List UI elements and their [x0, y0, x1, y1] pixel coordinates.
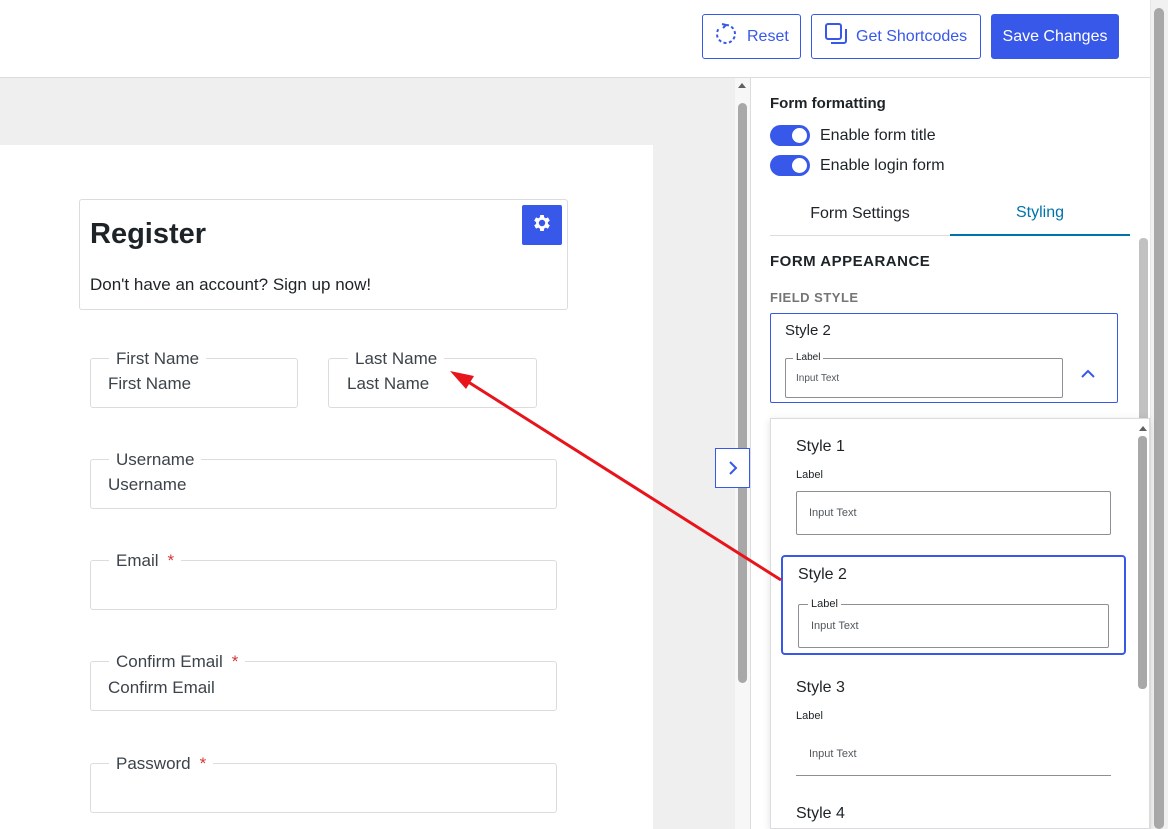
- style-option-4-name[interactable]: Style 4: [796, 805, 845, 823]
- canvas-scrollbar-thumb[interactable]: [738, 103, 747, 683]
- dropdown-scrollbar-thumb[interactable]: [1138, 436, 1147, 689]
- username-placeholder: Username: [108, 475, 187, 494]
- get-shortcodes-button[interactable]: Get Shortcodes: [811, 14, 981, 59]
- scroll-up-arrow-icon[interactable]: [737, 81, 747, 89]
- selected-style-preview-input: Input Text: [796, 373, 840, 384]
- password-label: Password *: [109, 754, 214, 774]
- shortcodes-label: Get Shortcodes: [856, 27, 968, 45]
- selected-style-preview-label: Label: [793, 352, 824, 363]
- gear-icon: [531, 212, 553, 239]
- style-option-1-placeholder: Input Text: [809, 507, 857, 519]
- tab-form-settings[interactable]: Form Settings: [770, 192, 950, 236]
- enable-form-title-label: Enable form title: [820, 127, 936, 144]
- style-option-3-label: Label: [796, 710, 823, 722]
- enable-login-form-label: Enable login form: [820, 157, 945, 174]
- style-option-1-label: Label: [796, 469, 823, 481]
- enable-login-form-toggle[interactable]: [770, 155, 810, 176]
- tab-styling[interactable]: Styling: [950, 192, 1130, 236]
- chevron-right-icon: [728, 461, 737, 475]
- dropdown-scroll-up-icon[interactable]: [1138, 424, 1148, 432]
- field-style-heading: FIELD STYLE: [770, 290, 859, 305]
- shortcodes-icon: [824, 22, 848, 51]
- save-changes-button[interactable]: Save Changes: [991, 14, 1119, 59]
- required-marker: *: [231, 652, 239, 671]
- confirm-email-label: Confirm Email *: [109, 652, 246, 672]
- header-settings-button[interactable]: [522, 205, 562, 245]
- style-option-3-name[interactable]: Style 3: [796, 679, 845, 697]
- page-scrollbar-thumb[interactable]: [1154, 8, 1164, 829]
- panel-scrollbar-thumb[interactable]: [1139, 238, 1148, 428]
- style-option-1-name[interactable]: Style 1: [796, 438, 845, 456]
- reset-icon: [715, 23, 737, 50]
- style-option-3-underline[interactable]: [796, 775, 1111, 776]
- form-title: Register: [90, 218, 207, 250]
- reset-label: Reset: [747, 27, 789, 45]
- required-marker: *: [167, 551, 175, 570]
- enable-form-title-toggle[interactable]: [770, 125, 810, 146]
- reset-button[interactable]: Reset: [702, 14, 801, 59]
- selected-style-name: Style 2: [785, 322, 831, 339]
- first-name-placeholder: First Name: [108, 374, 192, 393]
- form-formatting-title: Form formatting: [770, 95, 886, 112]
- form-description: Don't have an account? Sign up now!: [90, 275, 372, 294]
- username-label: Username: [109, 450, 202, 470]
- style-option-2-placeholder: Input Text: [811, 620, 859, 632]
- style-option-2-label: Label: [808, 598, 841, 610]
- form-appearance-heading: FORM APPEARANCE: [770, 253, 931, 270]
- style-option-2-name: Style 2: [798, 566, 847, 583]
- panel-toggle-button[interactable]: [715, 448, 750, 488]
- style-option-3-placeholder: Input Text: [809, 748, 857, 760]
- last-name-label: Last Name: [348, 349, 445, 369]
- required-marker: *: [199, 754, 207, 773]
- save-label: Save Changes: [1002, 27, 1108, 45]
- email-label: Email *: [109, 551, 182, 571]
- first-name-label: First Name: [109, 349, 207, 369]
- chevron-up-icon[interactable]: [1078, 364, 1098, 384]
- confirm-email-placeholder: Confirm Email: [108, 678, 215, 697]
- last-name-placeholder: Last Name: [347, 374, 430, 393]
